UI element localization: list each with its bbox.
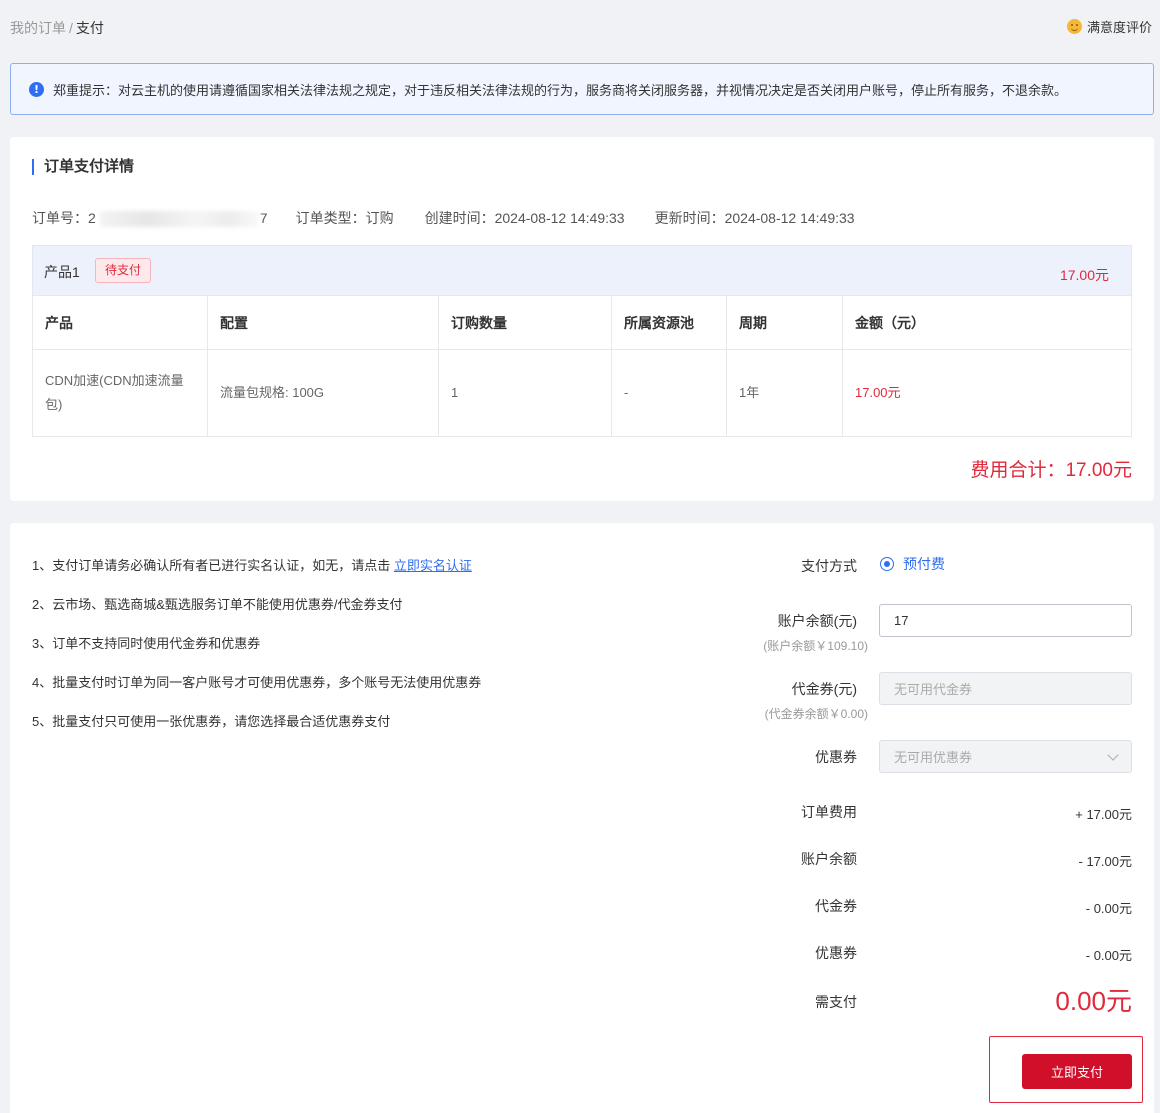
order-meta: 订单号：2 7 订单类型：订购 创建时间：2024-08-12 14:49:33 … xyxy=(32,208,855,228)
summary-balance-label: 账户余额 xyxy=(801,851,857,867)
redacted-order-number xyxy=(99,211,260,228)
amount-due-label: 需支付 xyxy=(815,994,857,1010)
order-fee-value: + 17.00元 xyxy=(1075,807,1132,822)
summary-voucher-label: 代金券 xyxy=(815,898,857,914)
cell-period: 1年 xyxy=(726,349,843,437)
payment-card: 1、支付订单请务必确认所有者已进行实名认证，如无，请点击 立即实名认证 2、云市… xyxy=(10,523,1154,1113)
prepaid-radio[interactable]: 预付费 xyxy=(880,554,945,574)
smile-icon xyxy=(1066,19,1082,34)
top-bar: 我的订单 / 支付 满意度评价 xyxy=(0,0,1160,52)
satisfaction-rating-link[interactable]: 满意度评价 xyxy=(1066,17,1152,36)
cell-amount: 17.00元 xyxy=(842,349,1132,437)
order-detail-card: 订单支付详情 订单号：2 7 订单类型：订购 创建时间：2024-08-12 14… xyxy=(10,137,1154,501)
cell-resource-pool: - xyxy=(611,349,727,437)
pay-button-frame: 立即支付 xyxy=(989,1036,1143,1103)
col-config: 配置 xyxy=(207,295,439,350)
breadcrumb: 我的订单 / 支付 xyxy=(10,18,104,38)
notice-banner: ! 郑重提示：对云主机的使用请遵循国家相关法律法规之规定，对于违反相关法律法规的… xyxy=(10,63,1154,115)
rule-5: 5、批量支付只可使用一张优惠券，请您选择最合适优惠券支付 xyxy=(32,714,391,729)
pay-now-button[interactable]: 立即支付 xyxy=(1022,1054,1132,1089)
notice-text: 郑重提示：对云主机的使用请遵循国家相关法律法规之规定，对于违反相关法律法规的行为… xyxy=(53,82,1068,98)
order-items-table: 产品 配置 订购数量 所属资源池 周期 金额（元） CDN加速(CDN加速流量包… xyxy=(32,295,1132,437)
summary-voucher-value: - 0.00元 xyxy=(1085,901,1132,916)
voucher-sub: (代金券余额￥0.00) xyxy=(764,707,868,721)
rule-4: 4、批量支付时订单为同一客户账号才可使用优惠券，多个账号无法使用优惠券 xyxy=(32,675,482,690)
col-resource-pool: 所属资源池 xyxy=(611,295,727,350)
fee-total: 费用合计：17.00元 xyxy=(970,460,1132,481)
balance-value: 17 xyxy=(894,613,909,628)
status-badge: 待支付 xyxy=(95,258,152,283)
breadcrumb-my-orders[interactable]: 我的订单 xyxy=(10,20,66,36)
info-icon: ! xyxy=(29,81,44,97)
product-header: 产品1 待支付 17.00元 xyxy=(32,245,1132,296)
updated-time: 更新时间：2024-08-12 14:49:33 xyxy=(654,210,855,226)
table-row: CDN加速(CDN加速流量包) 流量包规格: 100G 1 - 1年 17.00… xyxy=(32,349,1132,437)
coupon-select: 无可用优惠券 xyxy=(879,740,1132,773)
product-name: 产品1 xyxy=(44,264,80,280)
section-title: 订单支付详情 xyxy=(32,159,134,175)
coupon-label: 优惠券 xyxy=(815,749,857,765)
payment-rules: 1、支付订单请务必确认所有者已进行实名认证，如无，请点击 立即实名认证 2、云市… xyxy=(32,557,481,752)
rating-label: 满意度评价 xyxy=(1086,20,1152,35)
order-number-label: 订单号： xyxy=(32,210,88,226)
created-time: 创建时间：2024-08-12 14:49:33 xyxy=(424,210,625,226)
order-number: 订单号：2 7 xyxy=(32,208,268,228)
balance-input[interactable]: 17 xyxy=(879,604,1132,637)
cell-config: 流量包规格: 100G xyxy=(207,349,439,437)
rule-1: 1、支付订单请务必确认所有者已进行实名认证，如无，请点击 立即实名认证 xyxy=(32,557,481,596)
cell-quantity: 1 xyxy=(438,349,612,437)
col-quantity: 订购数量 xyxy=(438,295,612,350)
balance-label: 账户余额(元) xyxy=(777,613,857,629)
col-period: 周期 xyxy=(726,295,843,350)
col-product: 产品 xyxy=(32,295,208,350)
rule-3: 3、订单不支持同时使用代金券和优惠券 xyxy=(32,636,261,651)
coupon-placeholder: 无可用优惠券 xyxy=(894,750,973,765)
balance-sub: (账户余额￥109.10) xyxy=(763,639,868,653)
chevron-down-icon xyxy=(1107,749,1119,761)
order-fee-label: 订单费用 xyxy=(801,804,857,820)
summary-balance-value: - 17.00元 xyxy=(1078,854,1132,869)
payment-method-label: 支付方式 xyxy=(801,558,857,574)
voucher-placeholder: 无可用代金券 xyxy=(894,682,973,697)
amount-due-value: 0.00元 xyxy=(1055,986,1132,1016)
verify-identity-link[interactable]: 立即实名认证 xyxy=(394,558,472,573)
product-price: 17.00元 xyxy=(1059,267,1109,283)
prepaid-label: 预付费 xyxy=(903,556,945,572)
voucher-label: 代金券(元) xyxy=(791,681,857,697)
rule-1-text: 1、支付订单请务必确认所有者已进行实名认证，如无，请点击 xyxy=(32,558,391,573)
cell-product: CDN加速(CDN加速流量包) xyxy=(32,349,208,437)
radio-checked-icon xyxy=(880,557,894,571)
breadcrumb-current: 支付 xyxy=(75,20,104,36)
order-type: 订单类型：订购 xyxy=(295,210,394,226)
summary-coupon-value: - 0.00元 xyxy=(1085,948,1132,963)
rule-2: 2、云市场、甄选商城&甄选服务订单不能使用优惠券/代金券支付 xyxy=(32,597,403,612)
voucher-input: 无可用代金券 xyxy=(879,672,1132,705)
table-header-row: 产品 配置 订购数量 所属资源池 周期 金额（元） xyxy=(32,295,1132,350)
order-number-value: 2 xyxy=(88,210,96,226)
col-amount: 金额（元） xyxy=(842,295,1132,350)
summary-coupon-label: 优惠券 xyxy=(815,945,857,961)
order-number-tail: 7 xyxy=(259,210,268,226)
breadcrumb-separator: / xyxy=(69,20,73,36)
